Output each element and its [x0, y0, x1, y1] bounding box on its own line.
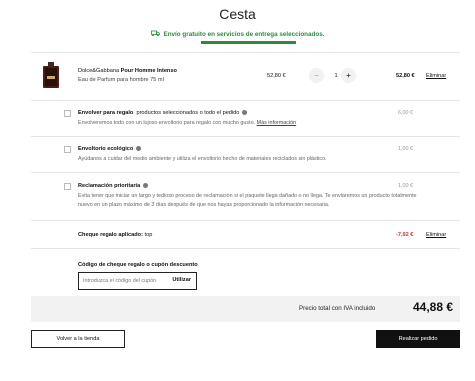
divider — [31, 248, 460, 249]
back-to-shop-button[interactable]: Volver a la tienda — [31, 330, 125, 348]
gift-wrap-title-rest: productos seleccionados o todo el pedido — [133, 110, 240, 116]
gift-wrap-price: 6,00 € — [398, 110, 413, 116]
quantity-increase-button[interactable]: + — [341, 68, 356, 83]
product-title[interactable]: Dolce&Gabbana Pour Homme Intenso — [78, 68, 177, 74]
place-order-button[interactable]: Realizar pedido — [376, 330, 460, 348]
gift-wrap-title-bold: Envolver para regalo — [78, 110, 134, 116]
gift-cheque-amount: -7,92 € — [396, 232, 414, 238]
eco-wrap-price: 1,00 € — [398, 146, 413, 152]
coupon-label: Código de cheque regalo o cupón descuent… — [78, 262, 198, 268]
shipping-progress-bar — [201, 41, 296, 44]
divider — [31, 172, 460, 173]
product-line-total: 52,80 € — [396, 73, 415, 79]
gift-wrap-title: Envolver para regalo productos seleccion… — [78, 110, 248, 116]
gift-wrap-desc-text: Envolveremos todo con un lujoso envoltor… — [78, 120, 257, 126]
page-title: Cesta — [219, 6, 256, 22]
eco-wrap-title: Envoltorio ecológico — [78, 146, 142, 152]
eco-wrap-description: Ayúdanos a cuidar del medio ambiente y u… — [78, 156, 327, 162]
eco-wrap-title-bold: Envoltorio ecológico — [78, 146, 134, 152]
total-label: Precio total con IVA incluido — [299, 305, 376, 312]
priority-claim-title: Reclamación prioritaria — [78, 183, 149, 189]
product-price: 52,80 € — [267, 73, 286, 79]
gift-cheque-label: Cheque regalo aplicado: — [78, 232, 143, 238]
divider — [31, 52, 460, 53]
divider — [31, 220, 460, 221]
eco-wrap-checkbox[interactable] — [64, 146, 71, 153]
divider — [31, 136, 460, 137]
coupon-input[interactable] — [83, 276, 169, 286]
quantity-value: 1 — [334, 73, 338, 79]
more-info-link[interactable]: Más información — [257, 120, 297, 126]
priority-claim-title-bold: Reclamación prioritaria — [78, 183, 141, 189]
priority-claim-checkbox[interactable] — [64, 183, 71, 190]
truck-icon — [150, 30, 160, 39]
coupon-form: Utilizar — [78, 272, 197, 290]
remove-cheque-link[interactable]: Eliminar — [426, 232, 446, 238]
free-shipping-text: Envío gratuito en servicios de entrega s… — [163, 31, 325, 39]
product-brand: Dolce&Gabbana — [78, 68, 120, 74]
quantity-decrease-button[interactable]: − — [309, 68, 324, 83]
total-value: 44,88 € — [413, 300, 454, 314]
remove-product-link[interactable]: Eliminar — [426, 73, 446, 79]
total-bar — [31, 296, 460, 322]
apply-coupon-button[interactable]: Utilizar — [172, 277, 191, 283]
priority-claim-description: Evita tener que iniciar un largo y tedio… — [78, 193, 417, 208]
gift-cheque-code: top — [142, 232, 153, 238]
product-name: Pour Homme Intenso — [120, 68, 177, 74]
info-icon[interactable] — [143, 183, 149, 189]
gift-cheque-applied: Cheque regalo aplicado: top — [78, 232, 152, 238]
product-subtitle: Eau de Parfum para hombre 75 ml — [78, 77, 164, 83]
info-icon[interactable] — [242, 110, 248, 116]
gift-wrap-description: Envolveremos todo con un lujoso envoltor… — [78, 119, 418, 128]
free-shipping-message: Envío gratuito en servicios de entrega s… — [0, 30, 475, 39]
product-image[interactable] — [42, 62, 60, 88]
divider — [31, 100, 460, 101]
info-icon[interactable] — [136, 146, 142, 152]
gift-wrap-checkbox[interactable] — [64, 110, 71, 117]
priority-claim-price: 1,00 € — [398, 183, 413, 189]
